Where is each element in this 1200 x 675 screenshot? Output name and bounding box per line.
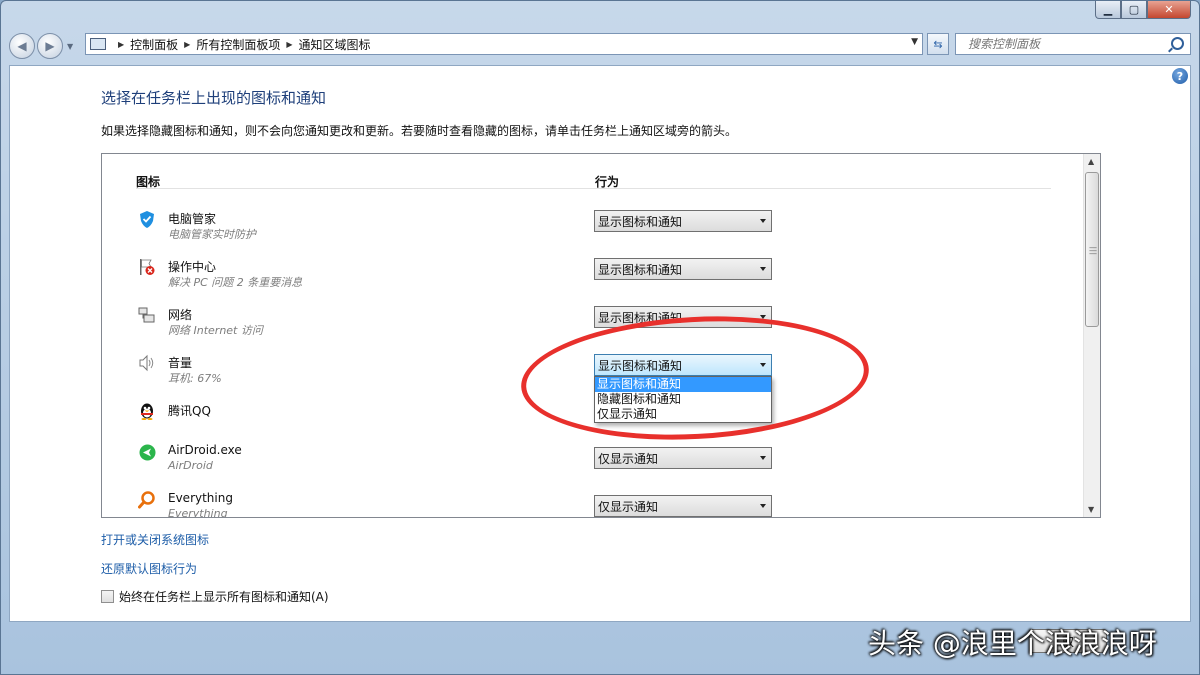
list-item-everything: Everything Everything 仅显示通知 [138, 491, 838, 518]
always-show-option[interactable]: 始终在任务栏上显示所有图标和通知(A) [101, 588, 329, 605]
behavior-select-value: 仅显示通知 [598, 499, 659, 514]
system-icons-link[interactable]: 打开或关闭系统图标 [101, 531, 209, 548]
list-item-subtitle: AirDroid [168, 459, 213, 472]
search-box[interactable] [955, 33, 1191, 55]
dropdown-arrow-icon [760, 456, 766, 460]
dropdown-arrow-icon [760, 315, 766, 319]
behavior-dropdown-list: 显示图标和通知 隐藏图标和通知 仅显示通知 [594, 376, 772, 423]
refresh-icon: ⇆ [933, 37, 943, 51]
search-input[interactable] [966, 36, 1150, 52]
list-item-subtitle: 解决 PC 问题 2 条重要消息 [168, 276, 303, 289]
dropdown-arrow-icon [760, 267, 766, 271]
dropdown-arrow-icon [760, 363, 766, 367]
search-icon[interactable] [1171, 37, 1184, 50]
always-show-checkbox[interactable] [101, 590, 114, 603]
back-arrow-icon: ◀ [17, 39, 27, 53]
control-panel-window: ▁ ▢ ✕ ◀ ▶ ▼ ▶ 控制面板 ▶ 所有控制面板项 ▶ 通知区域图标 ▼ … [0, 0, 1200, 675]
list-item-volume: 音量 耳机: 67% 显示图标和通知 显示图标和通知 隐藏图标和通知 仅显示通知 [138, 354, 838, 423]
minimize-button[interactable]: ▁ [1095, 1, 1121, 19]
always-show-label[interactable]: 始终在任务栏上显示所有图标和通知(A) [119, 588, 329, 605]
list-item-airdroid: AirDroid.exe AirDroid 仅显示通知 [138, 443, 838, 483]
dropdown-arrow-icon [760, 219, 766, 223]
address-bar[interactable]: ▶ 控制面板 ▶ 所有控制面板项 ▶ 通知区域图标 ▼ [85, 33, 923, 55]
close-button[interactable]: ✕ [1147, 1, 1191, 19]
breadcrumb-separator-icon[interactable]: ▶ [286, 40, 292, 49]
action-center-flag-icon [138, 258, 156, 276]
behavior-select-value: 显示图标和通知 [598, 214, 683, 229]
breadcrumb-notification-icons[interactable]: 通知区域图标 [299, 36, 371, 53]
grip-icon: — — — [1089, 243, 1097, 258]
address-history-chevron-icon[interactable]: ▼ [911, 37, 918, 47]
behavior-select-value: 仅显示通知 [598, 451, 659, 466]
behavior-select-open[interactable]: 显示图标和通知 [594, 354, 772, 376]
list-item-subtitle: 网络 Internet 访问 [168, 324, 263, 337]
scrollbar-thumb[interactable]: — — — [1085, 172, 1099, 327]
back-button[interactable]: ◀ [9, 33, 35, 59]
everything-search-icon [138, 491, 156, 509]
content-area: ? 选择在任务栏上出现的图标和通知 如果选择隐藏图标和通知，则不会向您通知更改和… [9, 65, 1191, 622]
list-item-name: 腾讯QQ [168, 404, 211, 418]
page-title: 选择在任务栏上出现的图标和通知 [101, 89, 327, 107]
list-item-subtitle: Everything [168, 507, 228, 518]
list-item-network: 网络 网络 Internet 访问 显示图标和通知 [138, 306, 838, 346]
list-item-pc-manager: 电脑管家 电脑管家实时防护 显示图标和通知 [138, 210, 838, 250]
navigation-bar: ◀ ▶ ▼ ▶ 控制面板 ▶ 所有控制面板项 ▶ 通知区域图标 ▼ ⇆ [9, 33, 1191, 59]
list-item-name: AirDroid.exe [168, 443, 242, 457]
list-item-name: 音量 [168, 356, 193, 370]
list-item-subtitle: 电脑管家实时防护 [168, 228, 256, 241]
network-icon [138, 306, 156, 324]
qq-penguin-icon [138, 402, 156, 420]
caption-buttons: ▁ ▢ ✕ [1095, 1, 1191, 19]
notification-icons-list: 图标 行为 电脑管家 电脑管家实时防护 显示图标和通知 操作中心 解决 PC 问… [101, 153, 1101, 518]
dropdown-option-show[interactable]: 显示图标和通知 [595, 377, 771, 392]
breadcrumb-all-items[interactable]: 所有控制面板项 [196, 36, 280, 53]
scroll-down-icon[interactable]: ▼ [1088, 505, 1094, 514]
behavior-select-value: 显示图标和通知 [598, 262, 683, 277]
control-panel-icon [90, 38, 106, 50]
behavior-select[interactable]: 显示图标和通知 [594, 306, 772, 328]
breadcrumb-separator-icon[interactable]: ▶ [118, 40, 124, 49]
behavior-select[interactable]: 仅显示通知 [594, 495, 772, 517]
list-item-name: 操作中心 [168, 260, 217, 274]
shield-icon [138, 210, 156, 228]
list-item-name: 电脑管家 [168, 212, 217, 226]
refresh-button[interactable]: ⇆ [927, 33, 949, 55]
speaker-icon [138, 354, 156, 372]
dropdown-option-hide[interactable]: 隐藏图标和通知 [595, 392, 771, 407]
watermark: 头条 @浪里个浪浪浪呀 [868, 627, 1157, 660]
list-item-name: 网络 [168, 308, 193, 322]
behavior-select[interactable]: 显示图标和通知 [594, 210, 772, 232]
recent-pages-dropdown-icon[interactable]: ▼ [67, 42, 73, 51]
behavior-select[interactable]: 仅显示通知 [594, 447, 772, 469]
list-item-name: Everything [168, 491, 233, 505]
breadcrumb-separator-icon[interactable]: ▶ [184, 40, 190, 49]
scroll-up-icon[interactable]: ▲ [1088, 157, 1094, 166]
header-divider [136, 188, 1051, 189]
forward-button[interactable]: ▶ [37, 33, 63, 59]
behavior-select-value: 显示图标和通知 [598, 358, 683, 373]
page-description: 如果选择隐藏图标和通知，则不会向您通知更改和更新。若要随时查看隐藏的图标，请单击… [101, 124, 738, 138]
help-icon[interactable]: ? [1172, 68, 1188, 84]
breadcrumb-control-panel[interactable]: 控制面板 [130, 36, 178, 53]
dropdown-arrow-icon [760, 504, 766, 508]
maximize-button[interactable]: ▢ [1121, 1, 1147, 19]
list-item-action-center: 操作中心 解决 PC 问题 2 条重要消息 显示图标和通知 [138, 258, 838, 298]
list-item-subtitle: 耳机: 67% [168, 372, 222, 385]
dropdown-option-notifications-only[interactable]: 仅显示通知 [595, 407, 771, 422]
list-scrollbar[interactable]: ▲ — — — ▼ [1083, 154, 1100, 517]
forward-arrow-icon: ▶ [45, 39, 55, 53]
airdroid-icon [138, 443, 156, 461]
restore-defaults-link[interactable]: 还原默认图标行为 [101, 560, 197, 577]
behavior-select[interactable]: 显示图标和通知 [594, 258, 772, 280]
behavior-select-value: 显示图标和通知 [598, 310, 683, 325]
